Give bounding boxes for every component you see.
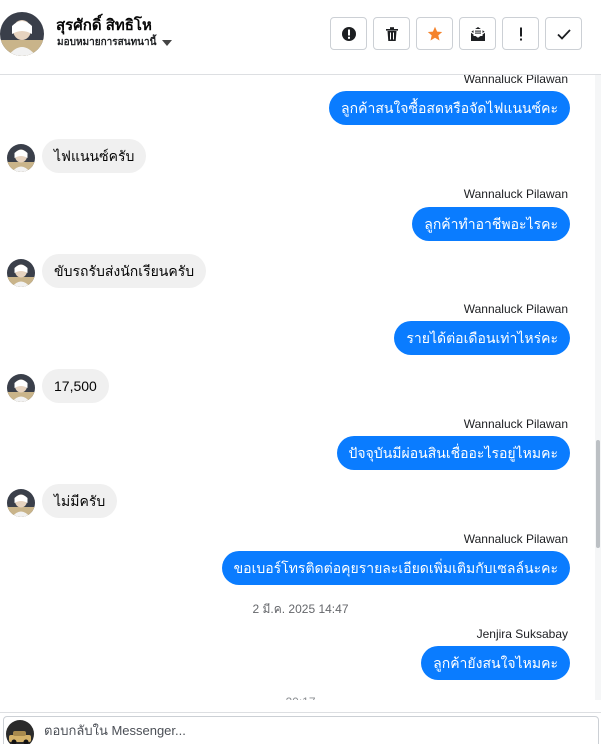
conversation-header: สุรศักดิ์ สิทธิโห มอบหมายการสนทนานี้: [0, 0, 601, 75]
contact-avatar-small[interactable]: [7, 374, 35, 402]
contact-name[interactable]: สุรศักดิ์ สิทธิโห: [56, 13, 152, 37]
incoming-message-bubble[interactable]: ขับรถรับส่งนักเรียนครับ: [42, 254, 207, 288]
alert-circle-icon: [341, 26, 357, 42]
message-timestamp-partial: 20:17: [0, 695, 601, 700]
caret-down-icon: [162, 39, 173, 46]
contact-avatar[interactable]: [0, 12, 44, 56]
sender-name: Wannaluck Pilawan: [463, 187, 568, 201]
delete-button[interactable]: [373, 17, 410, 50]
message-timestamp: 2 มี.ค. 2025 14:47: [252, 602, 349, 616]
trash-icon: [384, 26, 400, 42]
reply-input[interactable]: [44, 723, 544, 738]
outgoing-message-bubble[interactable]: ลูกค้าสนใจซื้อสดหรือจัดไฟแนนซ์คะ: [329, 91, 570, 125]
sender-name: Wannaluck Pilawan: [463, 302, 568, 316]
done-button[interactable]: [545, 17, 582, 50]
outgoing-message-bubble[interactable]: รายได้ต่อเดือนเท่าไหร่คะ: [394, 321, 570, 355]
thread-scrollbar-thumb[interactable]: [596, 440, 600, 548]
incoming-message-bubble[interactable]: 17,500: [42, 369, 109, 403]
contact-avatar-small[interactable]: [7, 489, 35, 517]
spam-button[interactable]: [330, 17, 367, 50]
star-icon: [427, 26, 443, 42]
mark-unread-button[interactable]: [459, 17, 496, 50]
sender-name: Jenjira Suksabay: [476, 627, 568, 641]
thread-scrollbar[interactable]: [595, 75, 601, 700]
sender-name: Wannaluck Pilawan: [463, 532, 568, 546]
page-avatar: [6, 720, 34, 744]
outgoing-message-bubble[interactable]: ลูกค้าทำอาชีพอะไรคะ: [412, 207, 570, 241]
contact-avatar-small[interactable]: [7, 144, 35, 172]
follow-up-button[interactable]: [502, 17, 539, 50]
sender-name: Wannaluck Pilawan: [463, 417, 568, 431]
star-button[interactable]: [416, 17, 453, 50]
contact-avatar-small[interactable]: [7, 259, 35, 287]
assign-label: มอบหมายการสนทนานี้: [57, 37, 157, 48]
envelope-icon: [469, 26, 487, 42]
incoming-message-bubble[interactable]: ไฟแนนซ์ครับ: [42, 139, 147, 173]
conversation-toolbar: [330, 17, 582, 50]
outgoing-message-bubble[interactable]: ปัจจุบันมีผ่อนสินเชื่ออะไรอยู่ไหมคะ: [336, 436, 570, 470]
outgoing-message-bubble[interactable]: ลูกค้ายังสนใจไหมคะ: [421, 646, 570, 680]
assign-conversation-dropdown[interactable]: มอบหมายการสนทนานี้: [57, 35, 173, 50]
message-thread[interactable]: Wannaluck Pilawan ลูกค้าสนใจซื้อสดหรือจั…: [0, 75, 601, 700]
outgoing-message-bubble[interactable]: ขอเบอร์โทรติดต่อคุยรายละเอียดเพิ่มเติมกั…: [221, 551, 570, 585]
reply-composer: [0, 712, 601, 744]
exclamation-icon: [513, 26, 529, 42]
sender-name: Wannaluck Pilawan: [463, 75, 568, 86]
check-icon: [556, 26, 572, 42]
incoming-message-bubble[interactable]: ไม่มีครับ: [42, 484, 118, 518]
